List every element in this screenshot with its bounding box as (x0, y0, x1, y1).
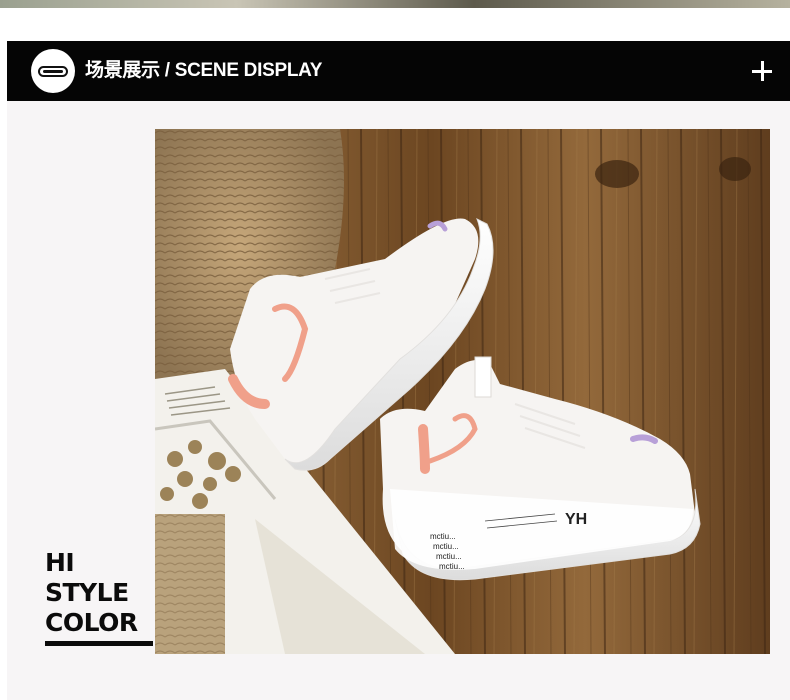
top-image-strip (0, 0, 790, 8)
tagline-underline (45, 641, 153, 646)
svg-text:mctiu...: mctiu... (433, 542, 459, 551)
section-title: 场景展示 / SCENE DISPLAY (85, 60, 323, 81)
svg-text:mctiu...: mctiu... (430, 532, 456, 541)
pill-logo-icon (31, 49, 75, 93)
product-scene-photo: YH mctiu... mctiu... mctiu... mctiu... Y… (155, 129, 770, 654)
svg-text:mctiu...: mctiu... (436, 552, 462, 561)
tagline-line-1: HI (45, 548, 75, 577)
tagline-line-2: STYLE (45, 578, 129, 607)
svg-text:mctiu...: mctiu... (439, 562, 465, 571)
spacer-band (0, 8, 790, 41)
plus-icon[interactable] (752, 61, 772, 81)
section-header: 场景展示 / SCENE DISPLAY (7, 41, 790, 101)
style-tagline: HI STYLE COLOR (45, 548, 155, 646)
tagline-line-3: COLOR (45, 608, 138, 637)
svg-text:YH: YH (565, 511, 587, 528)
